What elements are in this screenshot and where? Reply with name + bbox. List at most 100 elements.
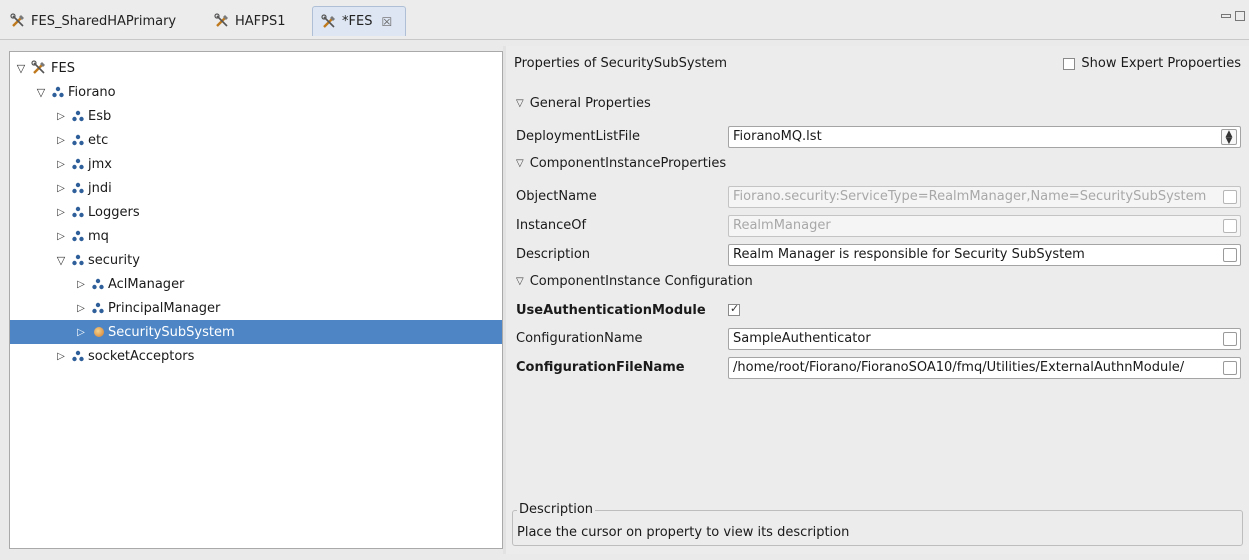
tree-node-label: Esb: [88, 108, 112, 124]
property-label: DeploymentListFile: [516, 129, 640, 144]
select-value: FioranoMQ.lst: [733, 129, 822, 144]
tools-icon: [31, 60, 45, 74]
collapse-toggle-icon[interactable]: ▽: [14, 62, 28, 75]
cluster-icon: [72, 182, 84, 194]
edit-value-button[interactable]: [1223, 248, 1237, 262]
expand-toggle-icon[interactable]: ▷: [54, 183, 68, 194]
tree-node-esb[interactable]: ▷ Esb: [10, 104, 502, 128]
show-expert-label: Show Expert Propoerties: [1081, 56, 1241, 71]
field-value: /home/root/Fiorano/FioranoSOA10/fmq/Util…: [733, 360, 1185, 375]
tab-fes-sharedhaprimary[interactable]: FES_SharedHAPrimary: [2, 6, 184, 36]
tree-node-aclmanager[interactable]: ▷ AclManager: [10, 272, 502, 296]
cluster-icon: [72, 254, 84, 266]
tree-node-jndi[interactable]: ▷ jndi: [10, 176, 502, 200]
tree-node-label: mq: [88, 228, 109, 244]
property-label: ConfigurationFileName: [516, 360, 685, 375]
tree-node-fiorano[interactable]: ▽ Fiorano: [10, 80, 502, 104]
expand-toggle-icon[interactable]: ▷: [74, 279, 88, 290]
field-value: RealmManager: [733, 218, 831, 233]
property-row-instanceof: InstanceOf RealmManager: [506, 213, 1249, 239]
property-label: InstanceOf: [516, 218, 587, 233]
tree-node-label: SecuritySubSystem: [108, 324, 235, 340]
property-row-useauthenticationmodule: UseAuthenticationModule: [506, 298, 1249, 324]
tree-node-label: jndi: [88, 180, 112, 196]
deploymentlistfile-select[interactable]: FioranoMQ.lst ▲ ▼: [728, 126, 1241, 148]
tree-node-fes[interactable]: ▽ FES: [10, 56, 502, 80]
collapse-toggle-icon[interactable]: ▽: [516, 276, 524, 287]
tree-node-securitysubsystem[interactable]: ▷ SecuritySubSystem: [10, 320, 502, 344]
expand-toggle-icon[interactable]: ▷: [74, 303, 88, 314]
description-legend: Description: [517, 502, 596, 517]
property-row-configurationname: ConfigurationName SampleAuthenticator: [506, 326, 1249, 352]
tree-node-label: AclManager: [108, 276, 185, 292]
expand-toggle-icon[interactable]: ▷: [74, 327, 88, 338]
property-label: ObjectName: [516, 189, 597, 204]
tab-label: *FES: [342, 14, 373, 29]
edit-value-button[interactable]: [1223, 219, 1237, 233]
collapse-toggle-icon[interactable]: ▽: [54, 254, 68, 267]
property-label: UseAuthenticationModule: [516, 303, 706, 318]
objectname-field: Fiorano.security:ServiceType=RealmManage…: [728, 186, 1241, 208]
tab-hafps1[interactable]: HAFPS1: [206, 6, 294, 36]
tree-node-principalmanager[interactable]: ▷ PrincipalManager: [10, 296, 502, 320]
section-componentinstanceproperties[interactable]: ▽ ComponentInstanceProperties: [516, 156, 726, 171]
collapse-toggle-icon[interactable]: ▽: [516, 98, 524, 109]
tree-node-socketacceptors[interactable]: ▷ socketAcceptors: [10, 344, 502, 368]
maximize-icon[interactable]: [1235, 11, 1245, 21]
expand-toggle-icon[interactable]: ▷: [54, 231, 68, 242]
configurationfilename-field[interactable]: /home/root/Fiorano/FioranoSOA10/fmq/Util…: [728, 357, 1241, 379]
tab-fes[interactable]: *FES ☒: [312, 6, 406, 36]
configurationname-field[interactable]: SampleAuthenticator: [728, 328, 1241, 350]
expand-toggle-icon[interactable]: ▷: [54, 207, 68, 218]
bean-icon: [94, 327, 104, 337]
tree-node-label: security: [88, 252, 140, 268]
tools-icon: [321, 13, 335, 28]
edit-value-button[interactable]: [1223, 332, 1237, 346]
field-value: Realm Manager is responsible for Securit…: [733, 247, 1085, 262]
tree-node-label: socketAcceptors: [88, 348, 195, 364]
tree-node-etc[interactable]: ▷ etc: [10, 128, 502, 152]
property-label: ConfigurationName: [516, 331, 643, 346]
cluster-icon: [72, 206, 84, 218]
properties-panel: Properties of SecuritySubSystem Show Exp…: [506, 46, 1249, 554]
tree-node-label: Loggers: [88, 204, 140, 220]
expand-toggle-icon[interactable]: ▷: [54, 135, 68, 146]
expand-toggle-icon[interactable]: ▷: [54, 159, 68, 170]
tree-node-jmx[interactable]: ▷ jmx: [10, 152, 502, 176]
updown-arrows-icon[interactable]: ▲ ▼: [1221, 129, 1237, 146]
useauthenticationmodule-checkbox[interactable]: [728, 302, 740, 316]
cluster-icon: [72, 110, 84, 122]
cluster-icon: [72, 158, 84, 170]
cluster-icon: [92, 302, 104, 314]
tab-label: HAFPS1: [235, 13, 286, 29]
property-label: Description: [516, 247, 591, 262]
properties-title: Properties of SecuritySubSystem: [514, 56, 728, 71]
tree-node-security[interactable]: ▽ security: [10, 248, 502, 272]
expand-toggle-icon[interactable]: ▷: [54, 351, 68, 362]
tree-node-mq[interactable]: ▷ mq: [10, 224, 502, 248]
description-text: Place the cursor on property to view its…: [517, 525, 850, 540]
cluster-icon: [72, 230, 84, 242]
cluster-icon: [72, 134, 84, 146]
minimize-icon[interactable]: [1221, 14, 1231, 18]
editor-tab-bar: FES_SharedHAPrimary HAFPS1 *FES ☒: [0, 0, 1249, 40]
cluster-icon: [92, 278, 104, 290]
tree-node-label: PrincipalManager: [108, 300, 221, 316]
description-field[interactable]: Realm Manager is responsible for Securit…: [728, 244, 1241, 266]
tree-node-loggers[interactable]: ▷ Loggers: [10, 200, 502, 224]
close-icon[interactable]: ☒: [381, 15, 392, 29]
edit-value-button[interactable]: [1223, 190, 1237, 204]
section-general-properties[interactable]: ▽ General Properties: [516, 96, 651, 111]
section-componentinstance-configuration[interactable]: ▽ ComponentInstance Configuration: [516, 274, 753, 289]
section-label: General Properties: [529, 96, 651, 111]
window-controls: [1221, 11, 1245, 21]
expand-toggle-icon[interactable]: ▷: [54, 111, 68, 122]
tree-node-label: FES: [51, 60, 75, 76]
show-expert-checkbox[interactable]: [1063, 57, 1076, 70]
edit-value-button[interactable]: [1223, 361, 1237, 375]
show-expert-properties[interactable]: Show Expert Propoerties: [1063, 56, 1241, 71]
collapse-toggle-icon[interactable]: ▽: [516, 158, 524, 169]
collapse-toggle-icon[interactable]: ▽: [34, 86, 48, 99]
property-row-objectname: ObjectName Fiorano.security:ServiceType=…: [506, 184, 1249, 210]
tab-label: FES_SharedHAPrimary: [31, 13, 177, 29]
